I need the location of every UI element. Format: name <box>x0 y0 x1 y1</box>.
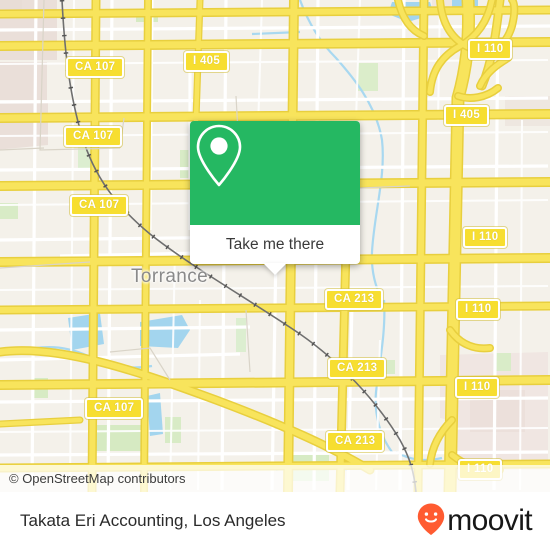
moovit-smiley-pin-icon <box>416 502 446 541</box>
road-shield: I 110 <box>463 227 508 248</box>
map-canvas[interactable]: Torrance CA 107 I 405 I 110 CA 107 I 405… <box>0 0 550 492</box>
road-shield: CA 107 <box>66 57 125 78</box>
road-shield: I 110 <box>468 39 513 60</box>
popup-pin-area <box>190 121 360 225</box>
road-shield: I 110 <box>455 377 500 398</box>
road-shield: CA 213 <box>325 289 384 310</box>
road-shield: CA 107 <box>64 126 123 147</box>
road-shield: CA 213 <box>328 358 387 379</box>
map-attribution: © OpenStreetMap contributors <box>0 465 550 492</box>
road-shield: CA 107 <box>70 195 129 216</box>
place-title: Takata Eri Accounting, Los Angeles <box>20 511 286 530</box>
popup-pointer-tail <box>263 263 287 275</box>
attribution-text: © OpenStreetMap contributors <box>9 471 186 486</box>
road-shield: CA 107 <box>85 398 144 419</box>
moovit-wordmark: moovit <box>447 504 532 537</box>
moovit-logo[interactable]: moovit <box>416 502 533 541</box>
road-shield: I 405 <box>184 51 230 72</box>
road-shield: I 110 <box>456 299 501 320</box>
map-page: Torrance CA 107 I 405 I 110 CA 107 I 405… <box>0 0 550 550</box>
footer-bar: Takata Eri Accounting, Los Angeles moovi… <box>0 492 550 550</box>
place-label-torrance: Torrance <box>131 266 209 287</box>
road-shield: I 405 <box>444 105 490 126</box>
take-me-there-button[interactable]: Take me there <box>190 225 360 264</box>
location-popup-card[interactable]: Take me there <box>190 121 360 275</box>
road-shield: CA 213 <box>326 431 385 452</box>
